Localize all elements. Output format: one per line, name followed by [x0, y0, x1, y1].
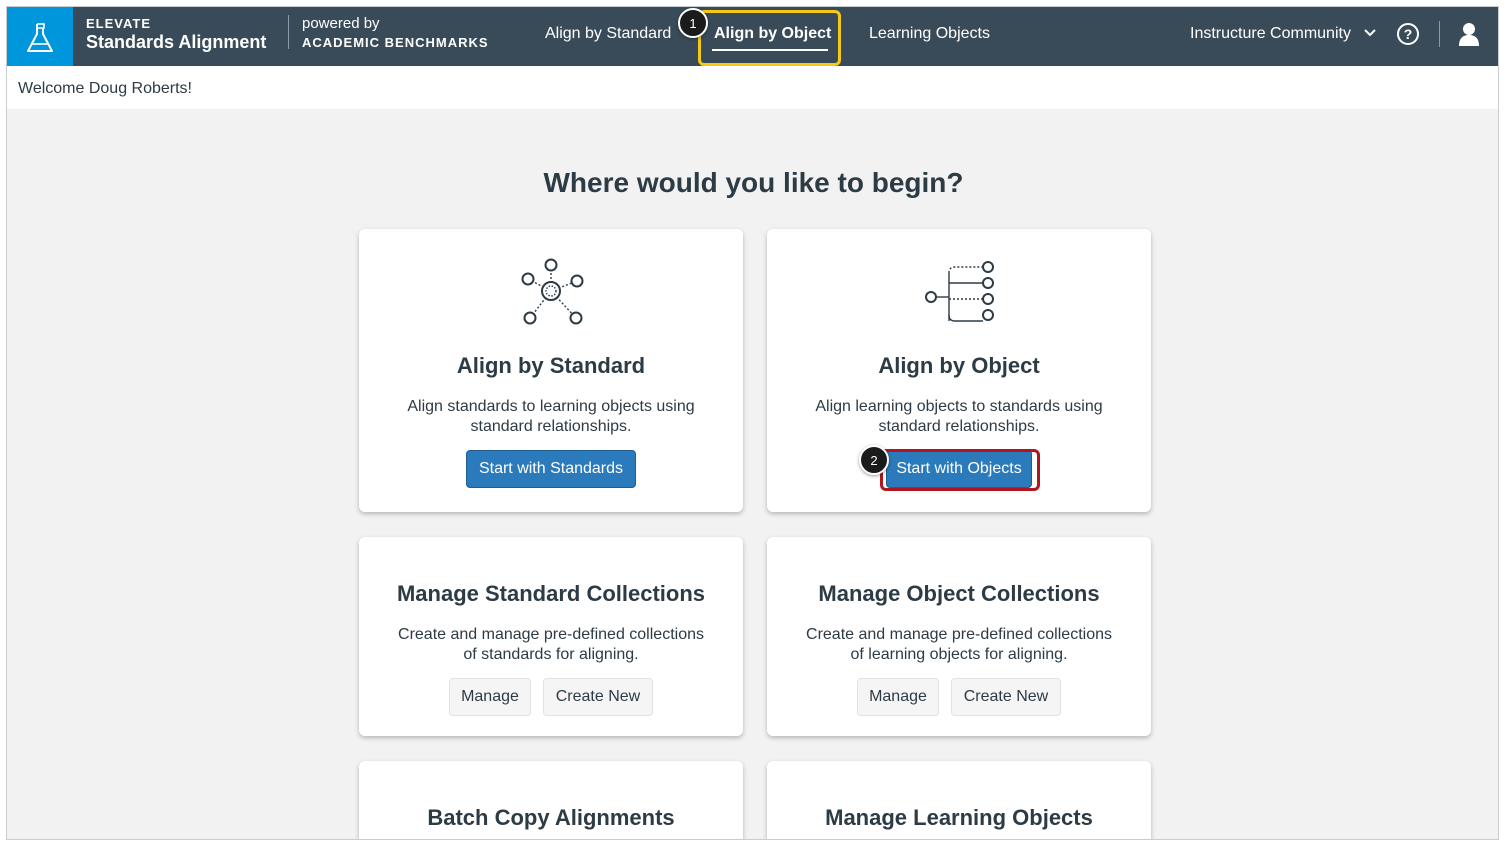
card-batch-copy-alignments: Batch Copy Alignments [359, 761, 743, 839]
create-object-collection-button[interactable]: Create New [951, 678, 1061, 716]
header-divider [1439, 21, 1440, 47]
community-dropdown[interactable]: Instructure Community [1190, 25, 1377, 43]
card-manage-standard-collections: Manage Standard Collections Create and m… [359, 537, 743, 736]
card-description: Align learning objects to standards usin… [815, 398, 1103, 435]
card-title: Manage Object Collections [818, 581, 1100, 606]
manage-object-collections-button[interactable]: Manage [857, 678, 939, 716]
powered-by: powered by ACADEMIC BENCHMARKS [302, 15, 489, 50]
welcome-message: Welcome Doug Roberts! [18, 80, 192, 97]
card-title: Align by Object [878, 353, 1040, 378]
step-1-badge: 1 [678, 8, 708, 38]
card-title: Manage Learning Objects [825, 805, 1093, 830]
network-icon [521, 258, 584, 325]
help-icon[interactable]: ? [1397, 23, 1419, 45]
manage-standard-collections-button[interactable]: Manage [449, 678, 531, 716]
tree-branch-icon [925, 261, 994, 322]
card-manage-object-collections: Manage Object Collections Create and man… [767, 537, 1151, 736]
brand-divider [288, 15, 289, 49]
card-align-by-standard: Align by Standard Align standards to lea… [359, 229, 743, 512]
nav-align-by-standard[interactable]: Align by Standard [545, 25, 671, 43]
partner-name: ACADEMIC BENCHMARKS [302, 35, 489, 50]
app-window: ELEVATE Standards Alignment powered by A… [6, 6, 1499, 840]
chevron-down-icon [1363, 25, 1377, 43]
flask-icon [27, 22, 53, 52]
nav-learning-objects[interactable]: Learning Objects [869, 25, 990, 43]
brand-small: ELEVATE [86, 16, 152, 31]
community-label: Instructure Community [1190, 25, 1351, 42]
step-1-highlight [698, 10, 841, 66]
elevate-logo[interactable] [7, 7, 73, 66]
card-description: Align standards to learning objects usin… [407, 398, 695, 435]
card-description: Create and manage pre-defined collection… [398, 626, 704, 663]
user-icon[interactable] [1458, 21, 1480, 47]
brand-name: ELEVATE Standards Alignment [86, 16, 266, 53]
start-with-standards-button[interactable]: Start with Standards [466, 450, 636, 488]
welcome-bar: Welcome Doug Roberts! [7, 66, 1498, 109]
powered-by-label: powered by [302, 15, 380, 32]
card-title: Align by Standard [456, 353, 646, 378]
page-title: Where would you like to begin? [543, 167, 964, 198]
card-title: Manage Standard Collections [396, 581, 706, 606]
step-2-badge: 2 [859, 445, 889, 475]
brand-title: Standards Alignment [86, 32, 267, 52]
card-title: Batch Copy Alignments [427, 805, 675, 830]
step-2-highlight [880, 449, 1040, 491]
create-standard-collection-button[interactable]: Create New [543, 678, 653, 716]
card-manage-learning-objects: Manage Learning Objects [767, 761, 1151, 839]
card-description: Create and manage pre-defined collection… [806, 626, 1112, 663]
